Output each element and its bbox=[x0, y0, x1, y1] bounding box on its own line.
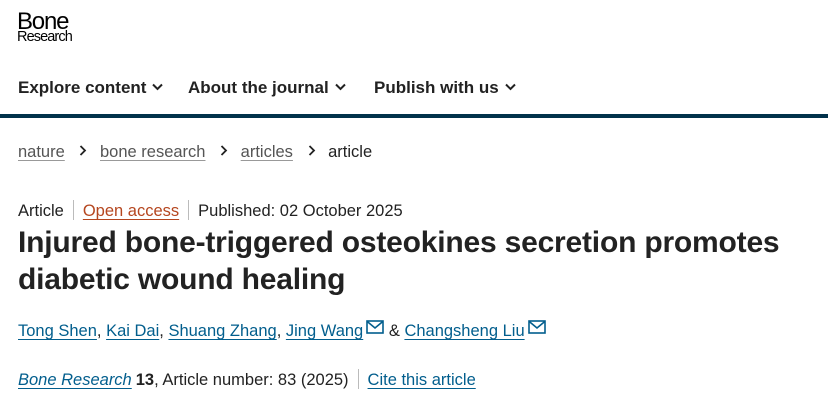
article-title: Injured bone-triggered osteokines secret… bbox=[18, 226, 780, 296]
author-and: & bbox=[388, 322, 400, 340]
nav-publish-with-us[interactable]: Publish with us bbox=[374, 76, 516, 98]
journal-name-link[interactable]: Bone Research bbox=[18, 371, 132, 389]
published-date: Published: 02 October 2025 bbox=[198, 202, 403, 220]
author-list: Tong Shen, Kai Dai, Shuang Zhang, Jing W… bbox=[18, 320, 546, 341]
cite-this-article-link[interactable]: Cite this article bbox=[368, 371, 476, 389]
chevron-down-icon bbox=[152, 76, 164, 96]
chevron-right-icon bbox=[308, 142, 316, 161]
logo-line-2: Research bbox=[17, 29, 73, 45]
author-separator: , bbox=[276, 322, 286, 340]
meta-divider bbox=[188, 200, 190, 220]
nav-explore-content[interactable]: Explore content bbox=[18, 76, 164, 98]
volume-number: 13 bbox=[135, 371, 155, 389]
author-link[interactable]: Jing Wang bbox=[286, 322, 363, 340]
cite-divider bbox=[357, 369, 359, 389]
main-navigation: Explore content About the journal Publis… bbox=[0, 62, 828, 110]
breadcrumb-articles[interactable]: articles bbox=[241, 143, 293, 161]
breadcrumb-current: article bbox=[328, 143, 373, 161]
article-meta: Article Open access Published: 02 October … bbox=[18, 200, 403, 221]
author-link[interactable]: Changsheng Liu bbox=[404, 322, 524, 340]
chevron-right-icon bbox=[79, 142, 87, 161]
author-separator: , bbox=[96, 322, 107, 340]
article-type: Article bbox=[18, 202, 64, 220]
meta-divider bbox=[72, 200, 74, 220]
chevron-down-icon bbox=[335, 76, 346, 96]
chevron-right-icon bbox=[220, 142, 228, 161]
mail-icon[interactable] bbox=[366, 320, 385, 339]
nav-publish-with-us-label: Publish with us bbox=[374, 78, 499, 97]
author-link[interactable]: Kai Dai bbox=[106, 322, 159, 340]
author-link[interactable]: Shuang Zhang bbox=[168, 322, 276, 340]
breadcrumb-bone-research[interactable]: bone research bbox=[100, 143, 206, 161]
nav-about-journal-label: About the journal bbox=[188, 78, 329, 97]
nav-divider bbox=[0, 114, 828, 118]
nav-about-journal[interactable]: About the journal bbox=[188, 76, 346, 98]
chevron-down-icon bbox=[504, 76, 516, 96]
mail-icon[interactable] bbox=[527, 320, 546, 339]
breadcrumb: nature bone research articles article bbox=[18, 142, 372, 162]
nav-explore-content-label: Explore content bbox=[18, 78, 147, 97]
open-access-link[interactable]: Open access bbox=[83, 202, 179, 220]
journal-logo[interactable]: Bone Research bbox=[17, 10, 73, 45]
author-link[interactable]: Tong Shen bbox=[18, 322, 97, 340]
citation-line: Bone Research 13, Article number: 83 (202… bbox=[18, 369, 476, 390]
article-number: , Article number: 83 (2025) bbox=[154, 371, 349, 389]
breadcrumb-nature[interactable]: nature bbox=[18, 143, 65, 161]
